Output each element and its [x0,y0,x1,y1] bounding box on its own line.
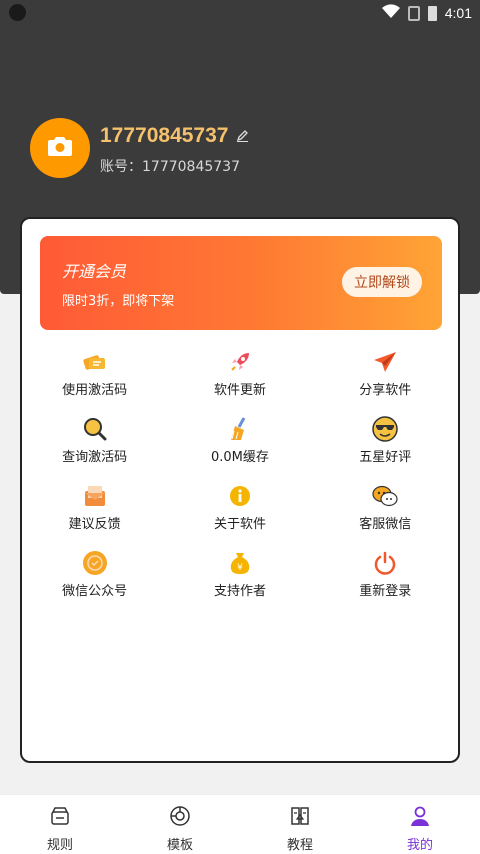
menu-item-support-author[interactable]: ¥ 支持作者 [167,550,312,617]
clock: 4:01 [444,5,472,21]
tab-rules[interactable]: 规则 [0,795,120,854]
menu-item-label: 客服微信 [359,517,412,532]
rules-icon [49,805,71,831]
money-bag-icon: ¥ [227,550,253,576]
official-account-icon [82,550,108,576]
menu-item-feedback[interactable]: 建议反馈 [22,483,167,550]
menu-item-wechat-service[interactable]: 客服微信 [313,483,458,550]
tab-profile[interactable]: 我的 [360,795,480,854]
menu-item-relogin[interactable]: 重新登录 [313,550,458,617]
username: 17770845737 [100,124,249,148]
menu-item-use-code[interactable]: 使用激活码 [22,349,167,416]
unlock-button[interactable]: 立即解锁 [342,267,422,297]
menu-item-label: 0.0M缓存 [210,450,269,465]
svg-text:¥: ¥ [237,563,243,573]
camera-icon [47,135,73,161]
menu-item-rate[interactable]: 五星好评 [313,416,458,483]
vip-title: 开通会员 [62,262,127,281]
tutorial-icon [289,805,311,831]
wechat-icon [372,483,398,509]
menu-grid: 使用激活码 软件更新 分享软件 查询激活码 0.0M缓存 五星好评 建议反馈 关… [22,349,458,617]
broom-icon [227,416,253,442]
mail-icon [82,483,108,509]
front-camera [9,4,26,21]
edit-icon[interactable] [236,124,249,148]
menu-item-label: 软件更新 [213,383,266,398]
menu-item-label: 重新登录 [359,584,412,599]
menu-item-about[interactable]: 关于软件 [167,483,312,550]
menu-item-label: 五星好评 [359,450,412,465]
power-icon [372,550,398,576]
bottom-tab-bar: 规则 模板 教程 我的 [0,794,480,854]
menu-item-label: 使用激活码 [62,383,128,398]
menu-item-label: 查询激活码 [62,450,128,465]
vip-subtitle: 限时3折，即将下架 [62,294,175,309]
menu-item-label: 支持作者 [213,584,266,599]
wifi-icon [381,4,400,22]
menu-item-label: 微信公众号 [62,584,128,599]
battery-icon [427,5,437,21]
menu-item-query-code[interactable]: 查询激活码 [22,416,167,483]
menu-item-cache[interactable]: 0.0M缓存 [167,416,312,483]
tab-label: 规则 [46,838,73,853]
template-icon [169,805,191,831]
tab-label: 我的 [406,838,433,853]
tab-label: 模板 [166,838,193,853]
vip-banner[interactable]: 开通会员 限时3折，即将下架 立即解锁 [40,236,442,330]
menu-item-update[interactable]: 软件更新 [167,349,312,416]
menu-item-share[interactable]: 分享软件 [313,349,458,416]
cool-emoji-icon [372,416,398,442]
magnifier-icon [82,416,108,442]
username-text: 17770845737 [100,124,229,147]
tab-label: 教程 [286,838,313,853]
avatar[interactable] [30,118,90,178]
paper-plane-icon [372,349,398,375]
no-sim-icon [407,5,420,21]
menu-item-label: 关于软件 [213,517,266,532]
menu-item-official-account[interactable]: 微信公众号 [22,550,167,617]
ticket-icon [82,349,108,375]
tab-template[interactable]: 模板 [120,795,240,854]
rocket-icon [227,349,253,375]
menu-item-label: 分享软件 [359,383,412,398]
menu-item-label: 建议反馈 [68,517,121,532]
info-icon [227,483,253,509]
tab-tutorial[interactable]: 教程 [240,795,360,854]
menu-card: 开通会员 限时3折，即将下架 立即解锁 使用激活码 软件更新 分享软件 查询激活… [20,217,460,763]
account-id: 账号：17770845737 [100,159,240,175]
status-bar: 4:01 [0,0,480,26]
profile-icon [409,805,431,831]
